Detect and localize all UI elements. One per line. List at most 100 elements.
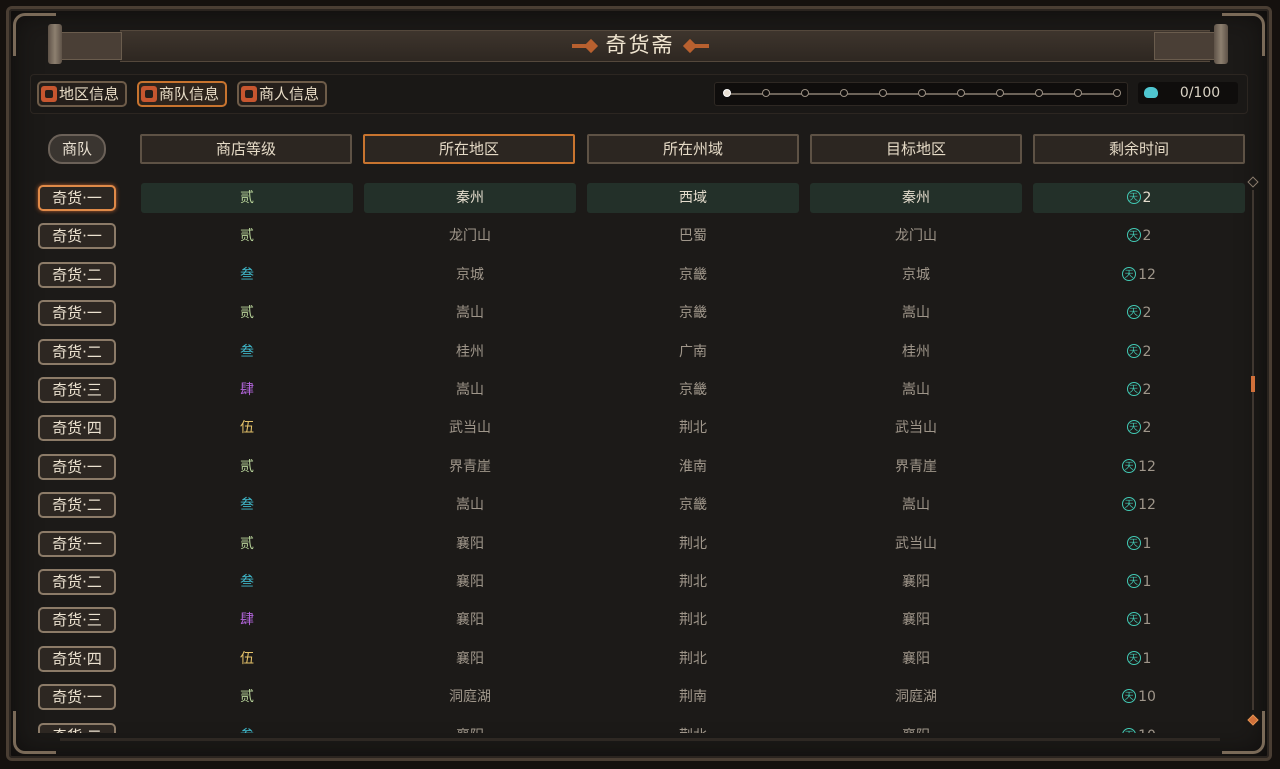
- remaining-time-value: 10: [1138, 728, 1156, 733]
- caravan-name-button[interactable]: 奇货·二: [38, 492, 116, 519]
- scrollbar-thumb[interactable]: [1251, 376, 1255, 392]
- table-row[interactable]: 奇货·三 肆 嵩山 京畿 嵩山 天 2: [0, 374, 1280, 406]
- shop-level-cell: 叁: [240, 343, 254, 360]
- province-cell: 京畿: [679, 266, 707, 283]
- shop-level-cell: 叁: [240, 266, 254, 283]
- day-icon: 天: [1126, 343, 1141, 358]
- province-cell: 广南: [679, 343, 707, 360]
- target-region-cell: 襄阳: [902, 574, 930, 590]
- province-cell: 荆北: [679, 420, 707, 437]
- shop-level-cell: 贰: [240, 689, 254, 706]
- day-icon: 天: [1122, 727, 1137, 733]
- region-cell: 襄阳: [456, 612, 484, 629]
- region-cell: 襄阳: [456, 535, 484, 552]
- table-row[interactable]: 奇货·一 贰 洞庭湖 荆南 洞庭湖 天 10: [0, 681, 1280, 713]
- remaining-time-cell: 天1: [1033, 529, 1245, 559]
- table-row[interactable]: 奇货·四 伍 武当山 荆北 武当山 天 2: [0, 412, 1280, 444]
- shop-level-cell: 贰: [240, 535, 254, 552]
- remaining-time-value: 2: [1142, 420, 1152, 437]
- region-cell: 嵩山: [456, 497, 484, 514]
- table-row[interactable]: 奇货·二 叁 嵩山 京畿 嵩山 天 12: [0, 489, 1280, 521]
- table-row[interactable]: 奇货·二 叁 桂州 广南 桂州 天 2: [0, 336, 1280, 368]
- caravan-table: 奇货·一贰秦州 西域 秦州天 2 奇货·一贰龙门山 巴蜀 龙门山天 2 奇货·二叁京城 京畿 京城天…: [0, 0, 1280, 733]
- region-cell: 嵩山: [456, 305, 484, 322]
- target-region-cell: 龙门山: [895, 228, 937, 245]
- region-cell: 京城: [456, 266, 484, 283]
- remaining-time-value: 12: [1138, 458, 1156, 475]
- region-cell: 秦州: [364, 183, 576, 213]
- caravan-name-button[interactable]: 奇货·二: [38, 722, 116, 733]
- target-region-cell: 襄阳: [902, 650, 930, 667]
- table-scrollbar[interactable]: [1247, 176, 1259, 726]
- target-region-cell: 嵩山: [902, 497, 930, 514]
- table-row[interactable]: 奇货·一 贰 龙门山 巴蜀 龙门山 天 2: [0, 220, 1280, 252]
- province-cell: 荆北: [679, 535, 707, 552]
- region-cell: 襄阳: [364, 721, 576, 733]
- remaining-time-cell: 天10: [1033, 682, 1245, 712]
- region-cell: 龙门山: [449, 228, 491, 245]
- day-icon: 天: [1122, 689, 1137, 704]
- remaining-time-cell: 天2: [1033, 183, 1245, 213]
- target-region-cell: 襄阳: [902, 612, 930, 629]
- remaining-time-cell: 天2: [1033, 375, 1245, 405]
- shop-level-cell: 伍: [240, 650, 254, 667]
- caravan-name-button[interactable]: 奇货·一: [38, 453, 116, 480]
- table-row[interactable]: 奇货·二 叁 京城 京畿 京城 天 12: [0, 259, 1280, 291]
- target-region-cell: 嵩山: [902, 382, 930, 398]
- shop-level-cell: 叁: [141, 721, 353, 733]
- caravan-name-button[interactable]: 奇货·三: [38, 607, 116, 634]
- remaining-time-cell: 天1: [1033, 567, 1245, 597]
- region-cell: 襄阳: [456, 574, 484, 590]
- caravan-name-button[interactable]: 奇货·一: [38, 185, 116, 211]
- caravan-name-button[interactable]: 奇货·二: [38, 338, 116, 365]
- region-cell: 界青崖: [449, 458, 491, 475]
- table-row[interactable]: 奇货·二 叁 襄阳 荆北 襄阳 天 1: [0, 566, 1280, 598]
- remaining-time-cell: 天 12: [1033, 452, 1245, 482]
- caravan-name-button[interactable]: 奇货·二: [38, 569, 116, 595]
- table-row[interactable]: 奇货·二叁襄阳荆北襄阳天10: [0, 720, 1280, 733]
- table-row[interactable]: 奇货·一 贰 嵩山 京畿 嵩山 天 2: [0, 297, 1280, 329]
- table-row[interactable]: 奇货·一贰秦州 西域 秦州天 2: [0, 182, 1280, 214]
- caravan-name-button[interactable]: 奇货·四: [38, 645, 116, 672]
- region-cell: 襄阳: [456, 650, 484, 667]
- province-cell: 荆南: [679, 689, 707, 706]
- province-cell: 巴蜀: [679, 228, 707, 245]
- shop-level-cell: 伍: [240, 420, 254, 437]
- remaining-time-value: 2: [1142, 228, 1152, 245]
- province-cell: 荆北: [679, 612, 707, 629]
- caravan-name-button[interactable]: 奇货·一: [38, 223, 116, 250]
- shop-level-cell: 贰: [240, 228, 254, 245]
- table-row[interactable]: 奇货·三 肆 襄阳 荆北 襄阳 天 1: [0, 604, 1280, 636]
- province-cell: 淮南: [679, 458, 707, 475]
- caravan-name-button[interactable]: 奇货·四: [38, 415, 116, 442]
- remaining-time-cell: 天2: [1033, 298, 1245, 328]
- target-region-cell: 洞庭湖: [895, 689, 937, 706]
- province-cell: 西域: [587, 183, 799, 213]
- day-icon: 天: [1126, 612, 1141, 627]
- table-row[interactable]: 奇货·一 贰 襄阳 荆北 武当山 天 1: [0, 528, 1280, 560]
- shop-level-cell: 贰: [240, 458, 254, 475]
- remaining-time-cell: 天2: [1033, 413, 1245, 443]
- table-row[interactable]: 奇货·一 贰 界青崖 淮南 界青崖 天 12: [0, 451, 1280, 483]
- table-row[interactable]: 奇货·四 伍 襄阳 荆北 襄阳 天 1: [0, 643, 1280, 675]
- day-icon: 天: [1126, 535, 1141, 550]
- remaining-time-cell: 天 12: [1033, 260, 1245, 290]
- bottom-divider: [60, 738, 1220, 741]
- target-region-cell: 桂州: [902, 343, 930, 360]
- region-cell: 嵩山: [456, 382, 484, 398]
- shop-level-cell: 贰: [240, 305, 254, 322]
- day-icon: 天: [1126, 574, 1141, 588]
- scroll-down-icon[interactable]: [1247, 714, 1259, 726]
- province-cell: 京畿: [679, 497, 707, 514]
- caravan-name-button[interactable]: 奇货·一: [38, 684, 116, 711]
- day-icon: 天: [1126, 305, 1141, 320]
- region-cell: 洞庭湖: [449, 689, 491, 706]
- remaining-time-value: 1: [1142, 612, 1152, 629]
- caravan-name-button[interactable]: 奇货·三: [38, 377, 116, 403]
- caravan-name-button[interactable]: 奇货·二: [38, 261, 116, 288]
- remaining-time-value: 1: [1142, 574, 1152, 590]
- province-cell: 京畿: [679, 382, 707, 398]
- caravan-name-button[interactable]: 奇货·一: [38, 300, 116, 327]
- caravan-name-button[interactable]: 奇货·一: [38, 530, 116, 557]
- scroll-up-icon[interactable]: [1247, 176, 1259, 188]
